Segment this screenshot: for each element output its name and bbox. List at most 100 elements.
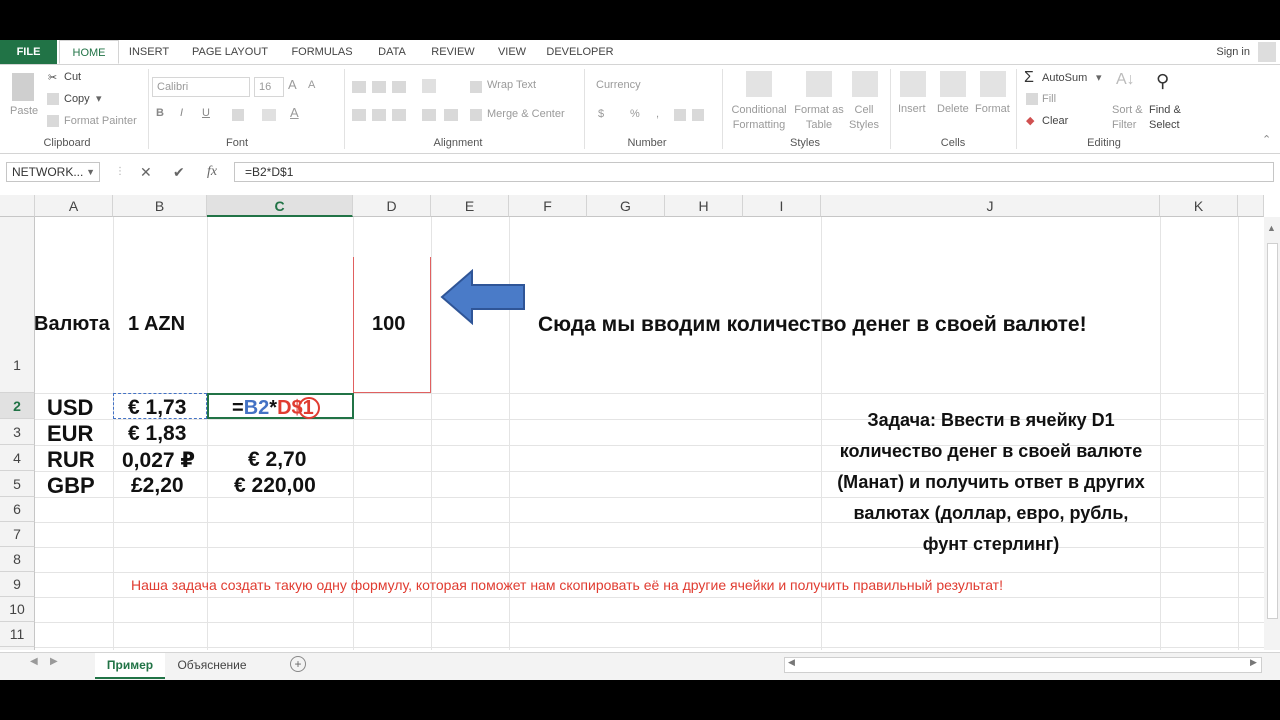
format-as-table-button[interactable]: Format as Table [793,103,845,133]
sigma-icon[interactable]: Σ [1024,69,1034,87]
column-header-l[interactable] [1238,195,1264,217]
horizontal-scrollbar[interactable] [784,657,1262,673]
chevron-down-icon[interactable]: ▾ [1096,71,1102,84]
format-painter-icon[interactable] [47,115,59,127]
scroll-right-icon[interactable]: ▶ [1250,657,1257,668]
delete-cells-icon[interactable] [940,71,966,97]
row-header-5[interactable]: 5 [0,471,35,497]
chevron-down-icon[interactable]: ▾ [96,92,102,105]
percent-button[interactable]: % [630,108,640,120]
format-painter-button[interactable]: Format Painter [64,115,137,127]
cell-c4[interactable]: € 2,70 [248,448,306,472]
account-avatar[interactable] [1258,42,1276,62]
decrease-indent-icon[interactable] [422,109,436,121]
scroll-thumb[interactable] [1267,243,1278,619]
formula-input[interactable]: =B2*D$1 [234,162,1274,182]
font-size-select[interactable]: 16 [254,77,284,97]
tab-view[interactable]: VIEW [490,40,534,64]
column-header-e[interactable]: E [431,195,509,217]
wrap-text-icon[interactable] [470,81,482,93]
format-cells-icon[interactable] [980,71,1006,97]
column-header-j[interactable]: J [821,195,1160,217]
row-header-7[interactable]: 7 [0,522,35,547]
font-name-select[interactable]: Calibri [152,77,250,97]
border-icon[interactable] [232,109,244,121]
cut-button[interactable]: Cut [64,71,81,83]
cancel-formula-icon[interactable]: ✕ [140,162,152,182]
row-header-11[interactable]: 11 [0,622,35,647]
cell-b2[interactable]: € 1,73 [128,396,186,420]
fill-button[interactable]: Fill [1042,93,1056,105]
row-header-10[interactable]: 10 [0,597,35,622]
cell-a5[interactable]: GBP [47,473,95,499]
vertical-scrollbar[interactable]: ▲ [1264,217,1280,650]
align-top-icon[interactable] [352,81,366,93]
column-header-g[interactable]: G [587,195,665,217]
cell-c5[interactable]: € 220,00 [234,474,316,498]
row-header-1[interactable]: 1 [0,217,35,393]
cut-icon[interactable]: ✂ [48,71,57,84]
cell-b4[interactable]: 0,027 ₽ [122,448,195,473]
align-right-icon[interactable] [392,109,406,121]
increase-indent-icon[interactable] [444,109,458,121]
paste-button[interactable]: Paste [10,105,38,117]
cell-a4[interactable]: RUR [47,447,95,473]
copy-button[interactable]: Copy [64,93,90,105]
accounting-icon[interactable]: $ [598,108,604,120]
row-header-4[interactable]: 4 [0,445,35,471]
align-center-icon[interactable] [372,109,386,121]
row-header-3[interactable]: 3 [0,419,35,445]
tab-page-layout[interactable]: PAGE LAYOUT [184,40,276,64]
column-header-h[interactable]: H [665,195,743,217]
cell-b3[interactable]: € 1,83 [128,422,186,446]
decrease-font-icon[interactable]: A [308,79,315,91]
eraser-icon[interactable]: ◆ [1026,114,1034,127]
fill-icon[interactable] [1026,93,1038,105]
next-sheet-icon[interactable]: ▶ [50,656,58,667]
bold-icon[interactable]: B [156,107,164,119]
decrease-decimal-icon[interactable] [692,109,704,121]
underline-icon[interactable]: U [202,107,210,119]
cell-a3[interactable]: EUR [47,421,93,447]
increase-decimal-icon[interactable] [674,109,686,121]
row-header-6[interactable]: 6 [0,497,35,522]
column-header-k[interactable]: K [1160,195,1238,217]
cell-b5[interactable]: £2,20 [131,474,184,498]
scroll-up-icon[interactable]: ▲ [1267,223,1276,233]
add-sheet-icon[interactable]: + [290,656,306,672]
orientation-icon[interactable] [422,79,436,93]
sign-in-link[interactable]: Sign in [1216,40,1250,64]
column-header-b[interactable]: B [113,195,207,217]
cell-b1[interactable]: 1 AZN [128,313,185,336]
cell-styles-icon[interactable] [852,71,878,97]
italic-icon[interactable]: I [180,107,183,119]
row-header-12[interactable]: 12 [0,647,35,650]
collapse-ribbon-icon[interactable]: ⌃ [1262,133,1271,146]
column-header-a[interactable]: A [35,195,113,217]
name-box-splitter[interactable]: ⋮ [115,162,125,182]
format-button[interactable]: Format [975,103,1010,115]
format-as-table-icon[interactable] [806,71,832,97]
paste-icon[interactable] [12,73,34,101]
binoculars-icon[interactable]: ⚲ [1156,71,1169,92]
column-header-f[interactable]: F [509,195,587,217]
find-select-button[interactable]: Find & Select [1149,103,1189,133]
tab-review[interactable]: REVIEW [424,40,482,64]
clear-button[interactable]: Clear [1042,115,1068,127]
delete-button[interactable]: Delete [937,103,969,115]
tab-insert[interactable]: INSERT [122,40,176,64]
select-all-corner[interactable] [0,195,35,217]
column-header-i[interactable]: I [743,195,821,217]
cell-a1[interactable]: Валюта [34,313,110,336]
row-header-2[interactable]: 2 [0,393,35,419]
insert-function-icon[interactable]: fx [207,162,217,182]
tab-formulas[interactable]: FORMULAS [284,40,360,64]
name-box[interactable]: NETWORK... ▼ [6,162,100,182]
align-left-icon[interactable] [352,109,366,121]
conditional-formatting-icon[interactable] [746,71,772,97]
copy-icon[interactable] [47,93,59,105]
chevron-down-icon[interactable]: ▼ [86,163,95,181]
tab-home[interactable]: HOME [59,40,119,64]
column-header-c[interactable]: C [207,195,353,217]
insert-button[interactable]: Insert [898,103,926,115]
